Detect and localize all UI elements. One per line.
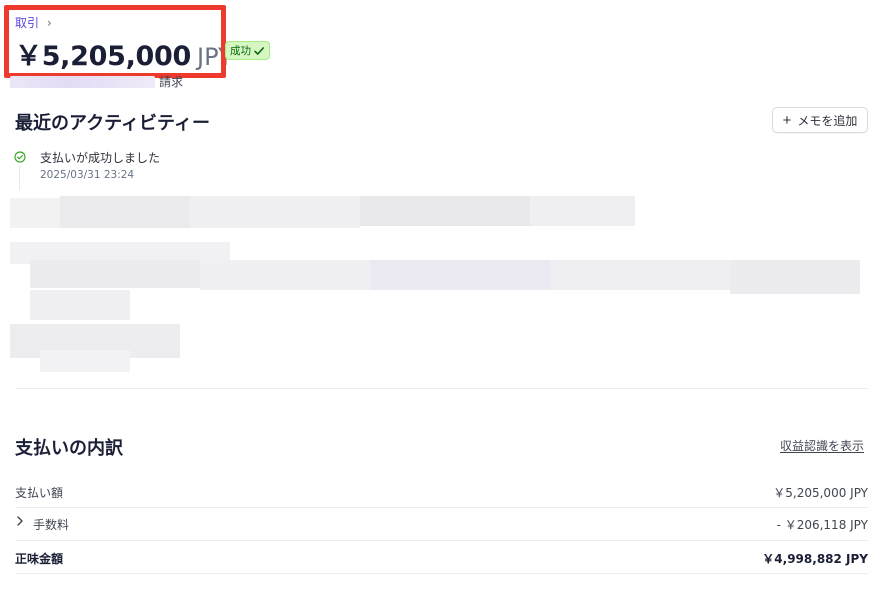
plus-icon: + — [782, 111, 792, 129]
row-divider — [15, 507, 868, 508]
row-divider — [15, 540, 868, 541]
section-divider — [15, 388, 868, 389]
fee-value: - ￥206,118 JPY — [776, 518, 868, 532]
status-badge-label: 成功 — [230, 45, 251, 57]
revenue-recognition-link[interactable]: 収益認識を表示 — [780, 437, 864, 454]
payment-description: 請求 — [10, 73, 183, 90]
payment-amount-label: 支払い額 — [15, 486, 64, 500]
activity-event-timestamp: 2025/03/31 23:24 — [40, 169, 135, 181]
highlight-annotation-box — [4, 5, 226, 78]
chevron-right-icon[interactable] — [15, 515, 25, 527]
activity-section-title: 最近のアクティビティー — [15, 113, 210, 134]
breakdown-section-title: 支払いの内訳 — [15, 438, 123, 459]
payment-amount-value: ￥5,205,000 JPY — [773, 486, 868, 500]
redacted-description — [10, 75, 155, 88]
add-note-label: メモを追加 — [797, 113, 858, 128]
description-suffix: 請求 — [159, 75, 184, 89]
checkmark-icon — [254, 46, 264, 55]
net-amount-label: 正味金額 — [15, 552, 64, 566]
status-badge: 成功 — [225, 41, 270, 60]
fee-label[interactable]: 手数料 — [33, 516, 69, 533]
net-amount-value: ￥4,998,882 JPY — [762, 552, 868, 566]
activity-event-title: 支払いが成功しました — [40, 151, 161, 165]
redacted-content-area — [0, 190, 895, 380]
timeline-connector — [19, 166, 20, 190]
row-divider — [15, 573, 868, 574]
add-note-button[interactable]: + メモを追加 — [772, 107, 868, 133]
check-circle-icon — [14, 151, 26, 163]
